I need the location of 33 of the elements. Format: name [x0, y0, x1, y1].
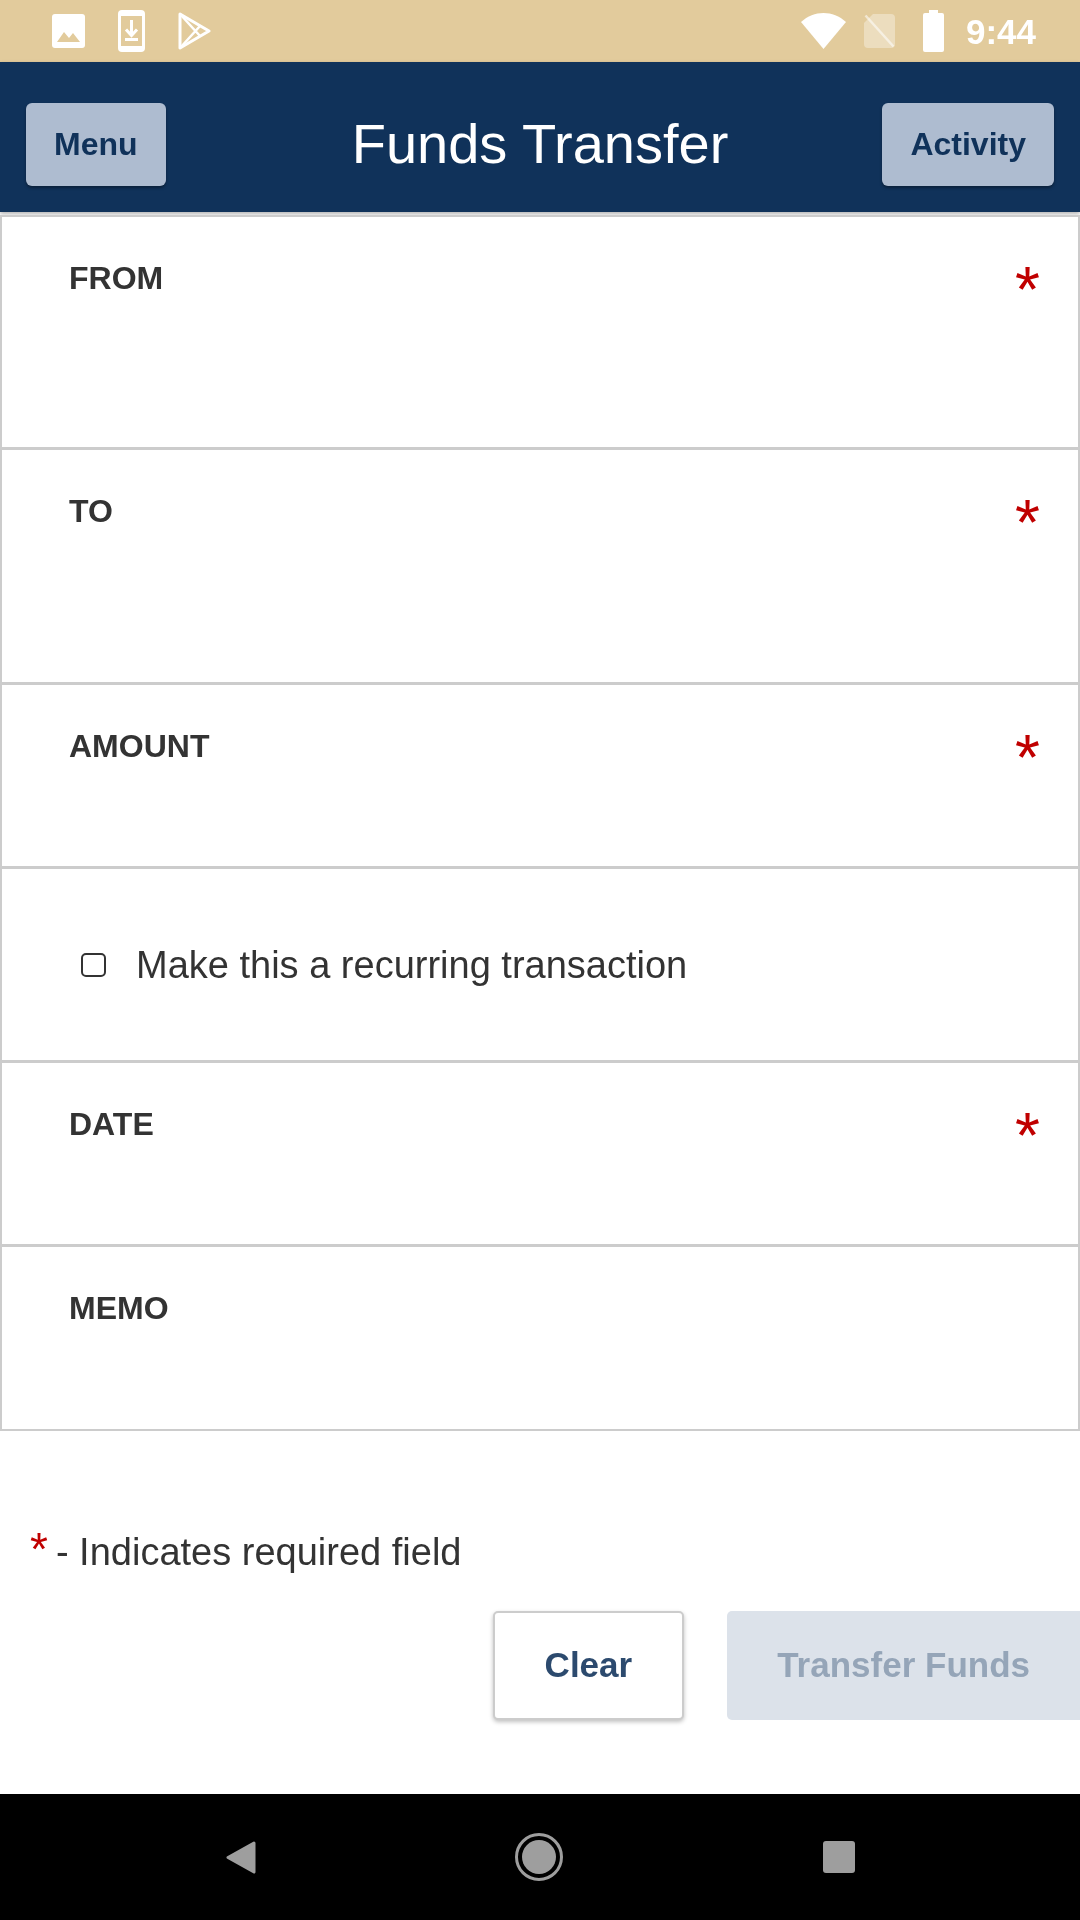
input-field[interactable]: DATE *: [0, 1063, 1080, 1247]
checkbox[interactable]: [81, 952, 106, 977]
battery-icon: [922, 10, 944, 52]
checkbox-row[interactable]: Make this a recurring transaction: [0, 869, 1080, 1063]
field-label: DATE: [69, 1108, 154, 1140]
wifi-icon: [800, 13, 846, 49]
no-sim-icon: [863, 14, 895, 48]
checkbox-label: Make this a recurring transaction: [136, 945, 688, 984]
play-icon: [178, 12, 211, 50]
input-field[interactable]: TO *: [0, 450, 1080, 685]
screen-title: Funds Transfer: [351, 116, 729, 172]
required-asterisk: *: [1015, 726, 1040, 790]
input-field[interactable]: MEMO: [0, 1247, 1080, 1431]
clear-button[interactable]: Clear: [492, 1611, 685, 1720]
activity-button[interactable]: Activity: [882, 102, 1054, 186]
home-icon[interactable]: [514, 1833, 563, 1881]
download-icon: [118, 10, 145, 52]
required-note: - Indicates required field: [55, 1530, 462, 1574]
input-field[interactable]: FROM *: [0, 215, 1080, 450]
required-asterisk: *: [1015, 258, 1040, 322]
required-asterisk: *: [1015, 491, 1040, 555]
required-asterisk: *: [30, 1527, 48, 1571]
menu-button[interactable]: Menu: [26, 102, 166, 186]
image-icon: [52, 14, 85, 48]
field-label: FROM: [69, 262, 164, 294]
required-asterisk: *: [1015, 1104, 1040, 1168]
field-label: AMOUNT: [69, 730, 210, 762]
recent-apps-icon[interactable]: [822, 1841, 855, 1873]
back-icon[interactable]: [225, 1840, 256, 1874]
field-label: TO: [69, 495, 113, 527]
status-time: 9:44: [965, 13, 1036, 49]
input-field[interactable]: AMOUNT *: [0, 685, 1080, 869]
field-label: MEMO: [69, 1292, 169, 1324]
